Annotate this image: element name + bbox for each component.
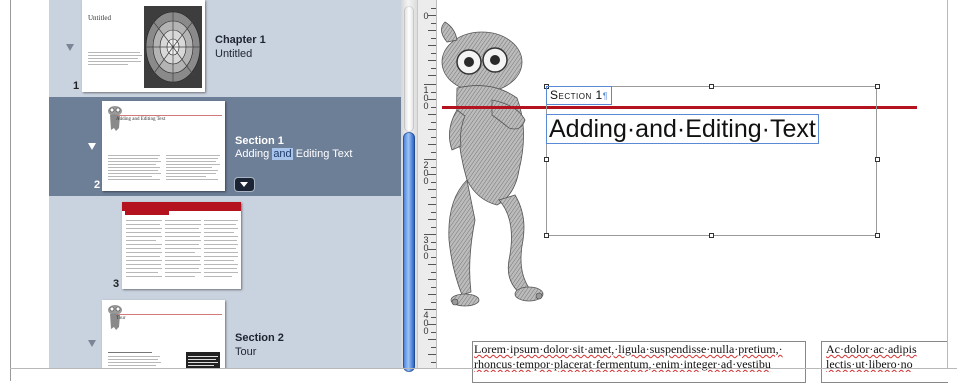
ruler-label-300: 300	[423, 235, 429, 261]
disclosure-triangle-icon[interactable]	[88, 340, 96, 347]
page-row-4[interactable]: Tour Section 2 Tour	[49, 294, 401, 368]
ruler-label-200: 200	[423, 160, 429, 186]
window-bottom-border	[10, 368, 957, 369]
disclosure-triangle-icon[interactable]	[66, 44, 74, 51]
window-right-border	[947, 0, 948, 369]
ruler-label-0: 0	[423, 11, 429, 21]
page-row-title: Section 2	[235, 332, 284, 344]
pilcrow-icon: ¶	[602, 91, 609, 101]
scroll-track-top[interactable]	[404, 6, 414, 132]
page-row-3[interactable]: 3	[49, 196, 401, 294]
resize-handle-top-center[interactable]	[709, 84, 714, 89]
page-row-subtitle: Tour	[235, 346, 257, 358]
section-heading-text[interactable]: Adding·and·Editing·Text	[546, 114, 819, 144]
resize-handle-bottom-left[interactable]	[544, 233, 549, 238]
resize-handle-middle-right[interactable]	[875, 157, 880, 162]
page-thumbnail[interactable]: Adding and Editing Text	[102, 101, 225, 191]
dahlia-flower-image	[144, 6, 202, 88]
page-row-1[interactable]: 1 Untitled Chapter 1 Untitled	[49, 0, 401, 97]
page-row-subtitle: Adding and Editing Text	[235, 148, 353, 160]
thumbnail-title: Tour	[116, 316, 126, 321]
page-thumbnail[interactable]: Tour	[102, 300, 225, 368]
thumbnail-title: Adding and Editing Text	[116, 117, 166, 122]
resize-handle-bottom-right[interactable]	[875, 233, 880, 238]
scroll-thumb[interactable]	[403, 132, 415, 372]
page-row-title: Chapter 1	[215, 34, 266, 46]
thumbnail-title: Untitled	[88, 14, 111, 22]
page-number: 2	[94, 179, 101, 191]
page-action-menu-button[interactable]	[235, 178, 254, 191]
page-row-title: Section 1	[235, 135, 284, 147]
ruler-label-100: 100	[423, 85, 429, 111]
page-thumbnail[interactable]: Untitled	[82, 0, 205, 92]
ruler-label-400: 400	[423, 310, 429, 336]
page-thumbnail[interactable]	[122, 202, 241, 289]
page-row-2-selected[interactable]: 2 Adding and Editing Text Section 1 Addi…	[49, 97, 401, 196]
page-number: 3	[113, 278, 120, 290]
resize-handle-top-right[interactable]	[875, 84, 880, 89]
selected-text-frame[interactable]	[546, 86, 877, 236]
page-thumbnail-sidebar[interactable]: 1 Untitled Chapter 1 Untitled 2 Adding a…	[49, 0, 401, 368]
disclosure-triangle-icon[interactable]	[88, 143, 96, 150]
sidebar-scrollbar[interactable]	[401, 0, 417, 372]
tarsier-illustration[interactable]	[437, 20, 547, 320]
resize-handle-middle-left[interactable]	[544, 157, 549, 162]
find-highlight: and	[272, 148, 293, 160]
page-row-subtitle: Untitled	[215, 48, 253, 60]
resize-handle-bottom-center[interactable]	[709, 233, 714, 238]
page-number: 1	[73, 80, 80, 92]
section-label-text[interactable]: Section 1¶	[546, 86, 613, 105]
vertical-ruler[interactable]: 0 100 200 300 400	[417, 0, 437, 368]
window-left-border	[10, 0, 11, 381]
